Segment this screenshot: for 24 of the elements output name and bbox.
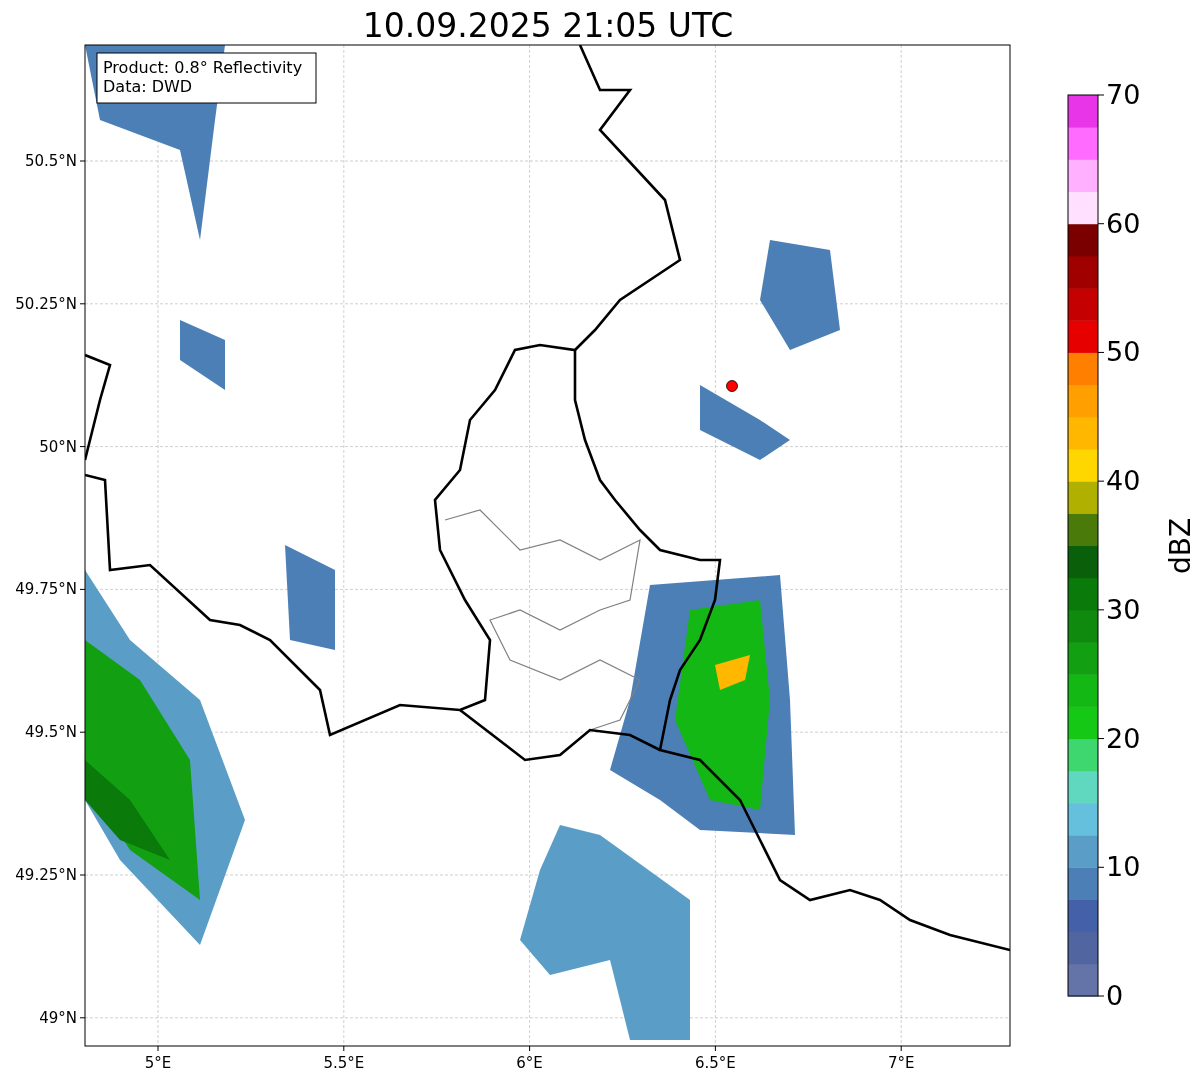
colorbar-tick-label: 70 <box>1106 79 1141 110</box>
longitude-label: 7°E <box>887 1054 915 1072</box>
latitude-label: 49.25°N <box>15 866 77 884</box>
latitude-label: 49°N <box>39 1008 77 1027</box>
longitude-label: 6°E <box>516 1054 543 1072</box>
colorbar-tick-label: 50 <box>1106 336 1141 368</box>
colorbar-tick-label: 20 <box>1106 722 1141 754</box>
colorbar-tick-label: 0 <box>1106 980 1124 1011</box>
colorbar-tick-label: 30 <box>1106 593 1141 625</box>
chart-title: 10.09.2025 21:05 UTC <box>362 6 734 45</box>
colorbar-tick-label: 60 <box>1106 207 1141 239</box>
latitude-label: 50.25°N <box>15 294 77 313</box>
latitude-label: 49.75°N <box>15 580 77 599</box>
annotation-text: Data: DWD <box>103 77 193 96</box>
colorbar-tick-label: 10 <box>1106 851 1141 883</box>
longitude-label: 6.5°E <box>695 1054 736 1072</box>
latitude-label: 49.5°N <box>24 723 77 742</box>
longitude-label: 5°E <box>144 1054 172 1072</box>
latitude-label: 50.5°N <box>24 152 77 170</box>
colorbar-label: dBZ <box>1164 517 1197 575</box>
longitude-label: 5.5°E <box>323 1054 365 1072</box>
colorbar-tick-label: 40 <box>1106 465 1141 497</box>
latitude-label: 50°N <box>39 437 77 456</box>
annotation-text: Product: 0.8° Reflectivity <box>103 58 303 77</box>
